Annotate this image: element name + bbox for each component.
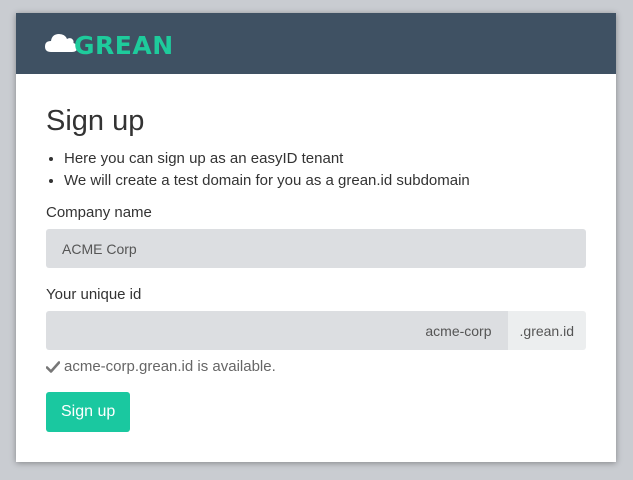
app-header: GREAN [16, 13, 616, 74]
company-name-label: Company name [46, 204, 152, 221]
info-list: Here you can sign up as an easyID tenant… [46, 148, 586, 192]
check-icon [46, 360, 60, 373]
signup-card: GREAN Sign up Here you can sign up as an… [16, 13, 616, 462]
unique-id-group: .grean.id [46, 311, 586, 350]
sign-up-button[interactable]: Sign up [46, 392, 131, 432]
availability-text: acme-corp.grean.id is available. [64, 358, 276, 375]
logo-text: GREAN [74, 31, 174, 60]
info-item: Here you can sign up as an easyID tenant [64, 148, 586, 170]
signup-form: Sign up Here you can sign up as an easyI… [16, 74, 616, 432]
company-name-input[interactable] [46, 229, 586, 268]
availability-message: acme-corp.grean.id is available. [46, 358, 586, 375]
page-title: Sign up [46, 105, 145, 137]
info-item: We will create a test domain for you as … [64, 170, 586, 192]
unique-id-label: Your unique id [46, 286, 142, 303]
unique-id-input[interactable] [46, 311, 508, 350]
grean-logo[interactable]: GREAN [45, 27, 174, 58]
domain-suffix: .grean.id [507, 311, 586, 350]
cloud-icon [45, 33, 77, 53]
